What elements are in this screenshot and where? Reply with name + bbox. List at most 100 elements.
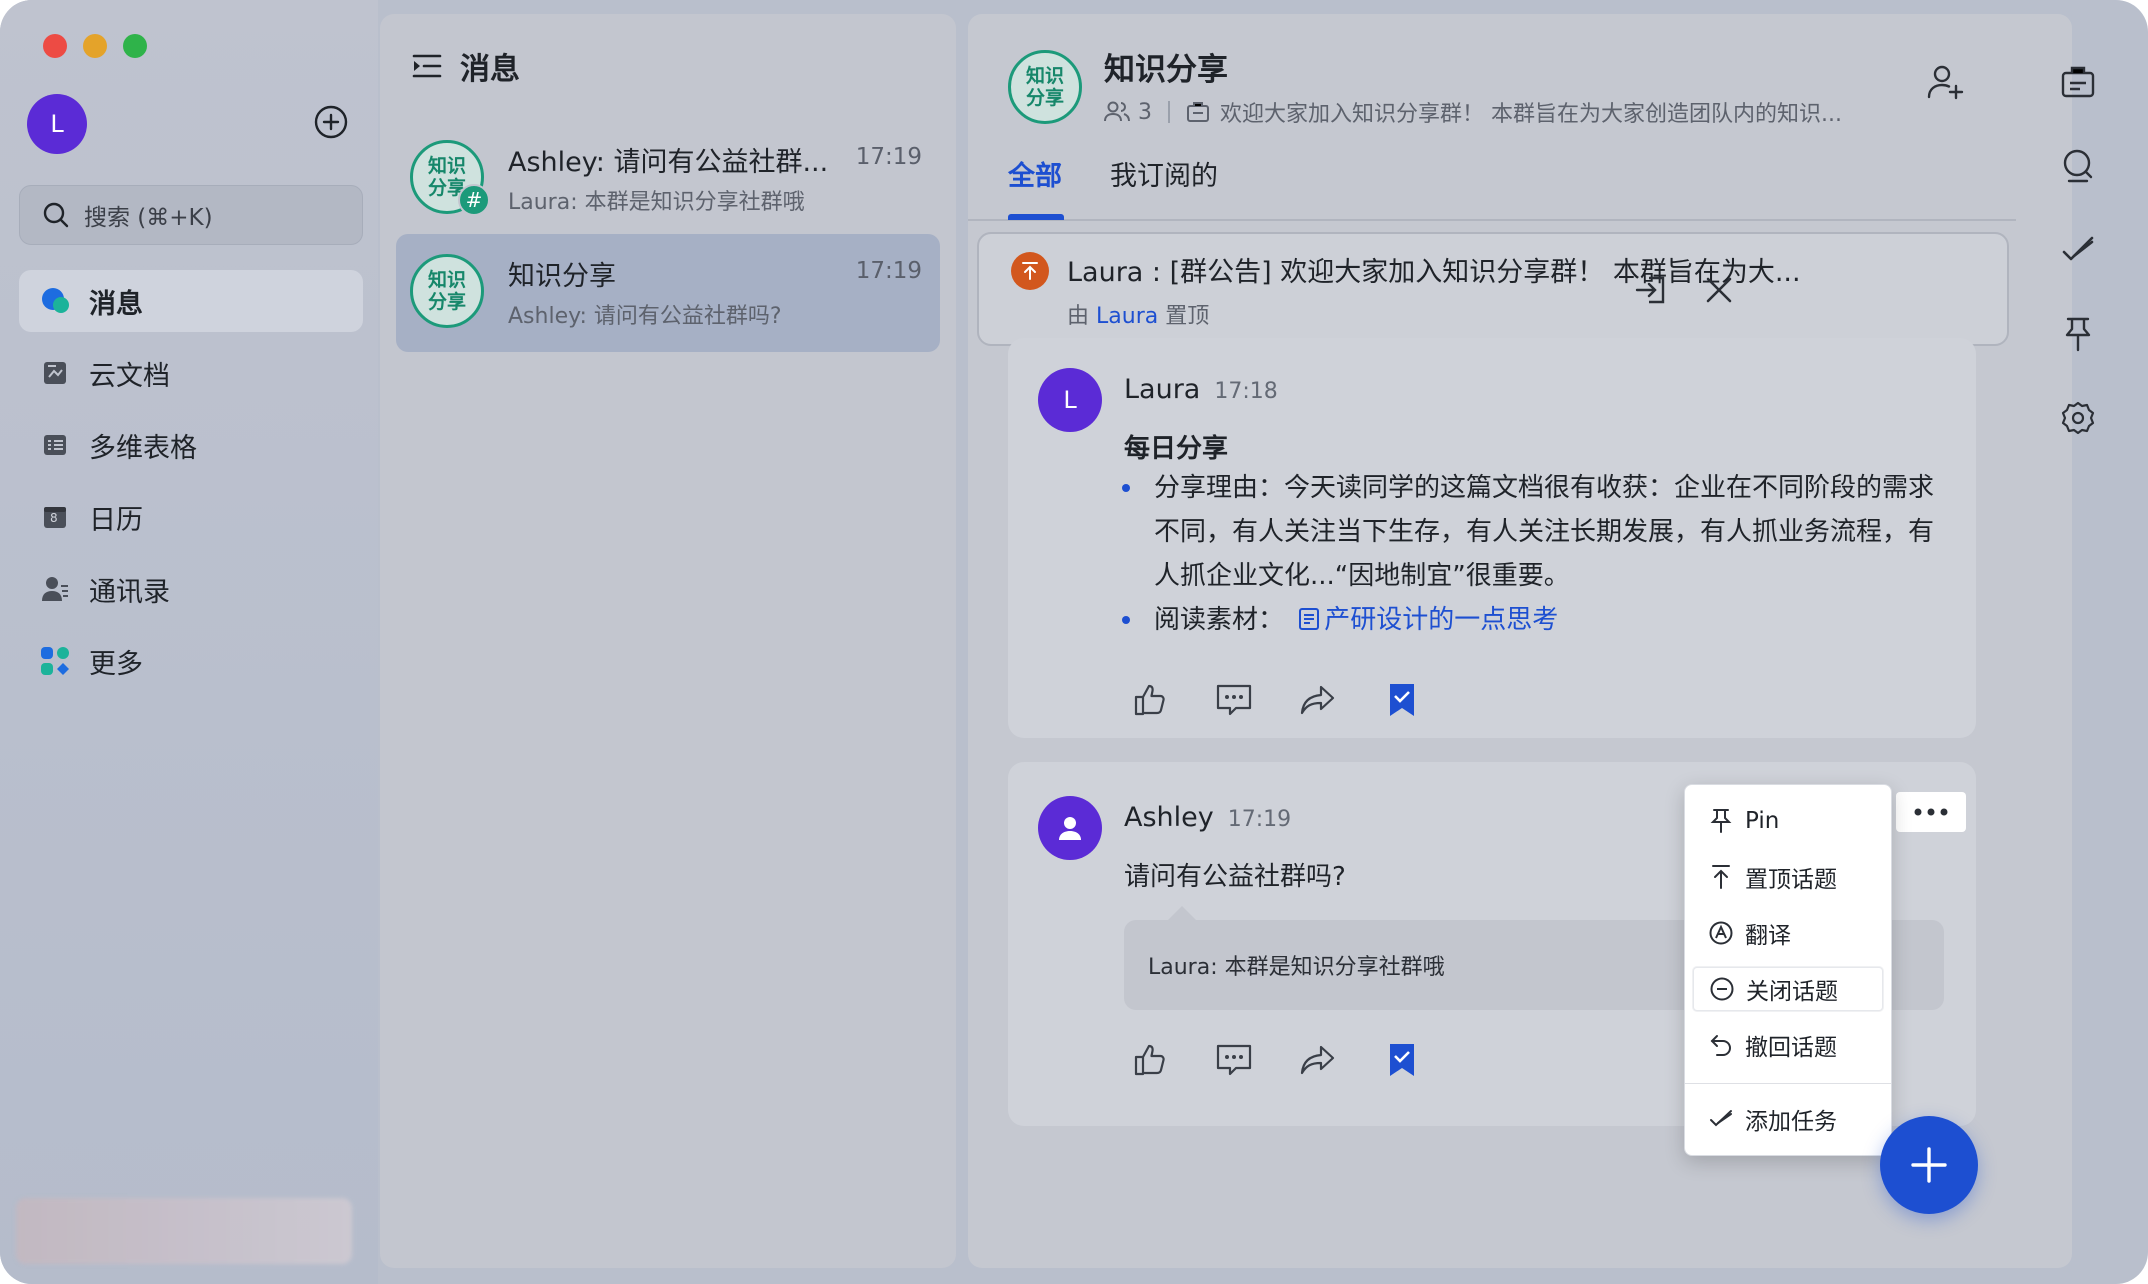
sidebar-item-calendar[interactable]: 8 日历 xyxy=(19,486,363,548)
message-bullet: 分享理由：今天读同学的这篇文档很有收获：企业在不同阶段的需求不同，有人关注当下生… xyxy=(1122,466,1934,598)
message-list-title: 消息 xyxy=(460,52,520,87)
sidebar-item-contacts[interactable]: 通讯录 xyxy=(19,558,363,620)
announcement-board-icon[interactable] xyxy=(2056,60,2100,104)
message-title: 每日分享 xyxy=(1124,434,1229,464)
maximize-window-button[interactable] xyxy=(123,34,147,58)
search-box[interactable]: 搜索 (⌘+K) xyxy=(19,185,363,245)
avatar[interactable]: L xyxy=(1038,368,1102,432)
pin-icon xyxy=(1707,807,1735,835)
calendar-icon: 8 xyxy=(39,501,71,533)
search-chat-icon[interactable] xyxy=(2056,144,2100,188)
chat-row-thread[interactable]: 知识 分享 # Ashley: 请问有公益社群... 17:19 Laura: … xyxy=(396,120,940,238)
user-placeholder-icon xyxy=(1059,817,1081,840)
chat-preview: Laura: 本群是知识分享社群哦 xyxy=(508,190,805,215)
close-icon[interactable] xyxy=(1703,274,1735,306)
sidebar-item-label: 消息 xyxy=(89,288,143,320)
doc-link[interactable]: 产研设计的一点思考 xyxy=(1292,605,1558,635)
bookmark-check-icon[interactable] xyxy=(1382,1040,1422,1080)
tab-subscribed[interactable]: 我订阅的 xyxy=(1110,154,1218,213)
blurred-footer xyxy=(16,1198,352,1264)
message-text: 请问有公益社群吗? xyxy=(1124,862,1346,892)
task-check-icon xyxy=(1707,1105,1735,1133)
pinned-by-name[interactable]: Laura xyxy=(1096,304,1158,329)
chat-title: 知识分享 xyxy=(1104,52,1228,88)
close-window-button[interactable] xyxy=(43,34,67,58)
thumbs-up-icon[interactable] xyxy=(1130,1040,1170,1080)
comment-icon[interactable] xyxy=(1214,1040,1254,1080)
sidebar-item-label: 云文档 xyxy=(89,360,170,392)
tab-divider xyxy=(968,219,2016,221)
share-icon[interactable] xyxy=(1298,680,1338,720)
comment-icon[interactable] xyxy=(1214,680,1254,720)
menu-item-recall-topic[interactable]: 撤回话题 xyxy=(1693,1023,1883,1067)
new-topic-button[interactable] xyxy=(1880,1116,1978,1214)
contacts-icon xyxy=(39,573,71,605)
sidebar-item-messages[interactable]: 消息 xyxy=(19,270,363,332)
menu-item-translate[interactable]: 翻译 xyxy=(1693,911,1883,955)
divider xyxy=(1168,101,1170,123)
more-options-button[interactable] xyxy=(1896,792,1966,832)
add-circle-icon[interactable] xyxy=(313,104,349,140)
translate-icon xyxy=(1707,919,1735,947)
chat-tabs: 全部 我订阅的 xyxy=(1008,154,1266,213)
message-time: 17:18 xyxy=(1214,379,1278,404)
undo-icon xyxy=(1707,1031,1735,1059)
plus-icon xyxy=(1911,1147,1947,1183)
chat-row-group[interactable]: 知识 分享 知识分享 17:19 Ashley: 请问有公益社群吗? xyxy=(396,234,940,352)
collapse-list-icon[interactable] xyxy=(412,53,442,79)
table-icon xyxy=(39,429,71,461)
thumbs-up-icon[interactable] xyxy=(1130,680,1170,720)
chat-subtitle: 3 欢迎大家加入知识分享群！ 本群旨在为大家创造团队内的知识... xyxy=(1104,96,1842,128)
bookmark-check-icon[interactable] xyxy=(1382,680,1422,720)
message-actions xyxy=(1130,680,1466,720)
message-list-header: 消息 xyxy=(412,44,520,88)
announcement-icon xyxy=(1187,102,1209,122)
minimize-window-button[interactable] xyxy=(83,34,107,58)
tab-all[interactable]: 全部 xyxy=(1008,154,1062,213)
pinned-announcement[interactable]: Laura : [群公告] 欢迎大家加入知识分享群！ 本群旨在为大... 由 L… xyxy=(977,232,2009,346)
minus-circle-icon xyxy=(1708,975,1736,1003)
sidebar-item-label: 多维表格 xyxy=(89,432,197,464)
topic-hash-icon: # xyxy=(458,184,490,216)
add-member-icon[interactable] xyxy=(1926,62,1966,102)
members-icon[interactable] xyxy=(1104,101,1130,123)
ellipsis-icon xyxy=(1914,808,1948,816)
message-bullet: 阅读素材： 产研设计的一点思考 xyxy=(1122,598,1934,642)
share-icon[interactable] xyxy=(1298,1040,1338,1080)
search-placeholder: 搜索 (⌘+K) xyxy=(84,205,213,231)
member-count[interactable]: 3 xyxy=(1138,100,1152,125)
message-list-panel: 消息 知识 分享 # Ashley: 请问有公益社群... 17:19 Laur… xyxy=(380,14,956,1268)
pin-top-icon xyxy=(1011,252,1049,290)
pin-icon[interactable] xyxy=(2056,312,2100,356)
menu-item-close-topic[interactable]: 关闭话题 xyxy=(1693,967,1883,1011)
message-time: 17:19 xyxy=(1227,807,1292,832)
chat-time: 17:19 xyxy=(855,258,922,284)
chat-description[interactable]: 欢迎大家加入知识分享群！ 本群旨在为大家创造团队内的知识... xyxy=(1220,96,1842,128)
chat-panel: 知识 分享 知识分享 3 欢迎大家加入知识分享群！ 本群旨在为大家创造团队内的知… xyxy=(968,14,2072,1268)
chat-name: 知识分享 xyxy=(508,261,616,292)
open-pinned-icon[interactable] xyxy=(1633,272,1669,308)
sidebar: L 搜索 (⌘+K) 消息 云文档 多维表格 8 日历 通讯录 更多 xyxy=(0,0,378,1284)
pinned-text: Laura : [群公告] 欢迎大家加入知识分享群！ 本群旨在为大... xyxy=(1067,257,1801,288)
sidebar-item-label: 更多 xyxy=(89,648,143,680)
sidebar-item-docs[interactable]: 云文档 xyxy=(19,342,363,404)
chat-name: Ashley: 请问有公益社群... xyxy=(508,147,829,178)
doc-icon xyxy=(39,357,71,389)
group-avatar[interactable]: 知识 分享 xyxy=(1008,50,1082,124)
search-icon xyxy=(43,202,69,228)
menu-item-add-task[interactable]: 添加任务 xyxy=(1693,1097,1883,1141)
chat-time: 17:19 xyxy=(855,144,922,170)
menu-item-pin-topic[interactable]: 置顶话题 xyxy=(1693,855,1883,899)
message-actions xyxy=(1130,1040,1466,1080)
calendar-day-number: 8 xyxy=(50,511,58,525)
message-sender: Ashley 17:19 xyxy=(1124,802,1292,833)
sidebar-item-more[interactable]: 更多 xyxy=(19,630,363,692)
sidebar-item-bitable[interactable]: 多维表格 xyxy=(19,414,363,476)
menu-divider xyxy=(1685,1083,1891,1084)
menu-item-pin[interactable]: Pin xyxy=(1693,799,1883,843)
gear-icon[interactable] xyxy=(2056,396,2100,440)
avatar[interactable] xyxy=(1038,796,1102,860)
tab-active-indicator xyxy=(1008,214,1064,220)
user-avatar[interactable]: L xyxy=(27,94,87,154)
task-check-icon[interactable] xyxy=(2056,228,2100,272)
